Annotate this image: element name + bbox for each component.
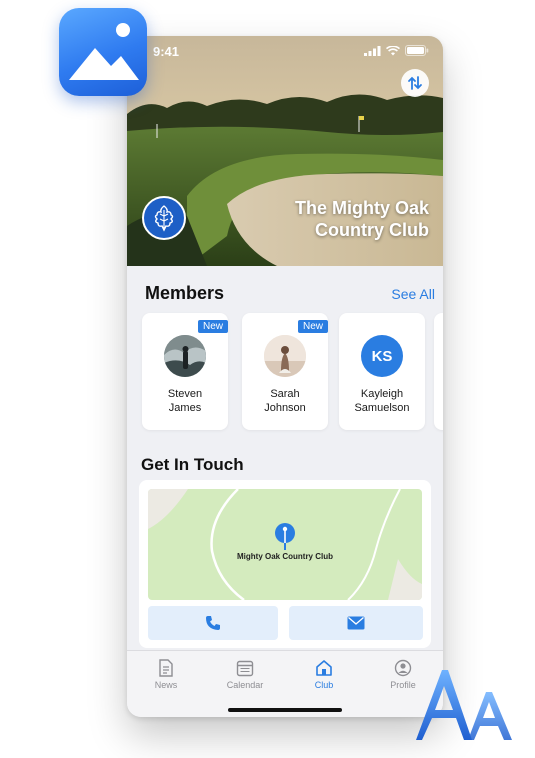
switch-club-button[interactable] <box>401 69 429 97</box>
hero-banner: 9:41 The Mighty Oak Country Club <box>127 36 443 266</box>
member-card[interactable]: New Steven James <box>142 313 228 430</box>
avatar-initials: KS <box>371 347 393 365</box>
see-all-link[interactable]: See All <box>391 286 435 302</box>
new-badge: New <box>297 320 328 333</box>
photos-app-icon <box>59 8 147 96</box>
tab-bar: News Calendar Club Profile <box>127 650 443 717</box>
member-card-partial[interactable] <box>434 313 443 430</box>
members-heading: Members <box>145 283 225 303</box>
new-badge: New <box>197 320 228 333</box>
club-logo <box>142 196 186 240</box>
signal-icon <box>364 45 381 56</box>
calendar-icon <box>236 660 254 677</box>
tab-club[interactable]: Club <box>294 659 354 690</box>
avatar <box>164 335 206 377</box>
person-icon <box>394 659 412 677</box>
envelope-icon <box>347 616 365 630</box>
status-icons <box>364 45 429 56</box>
club-name-line1: The Mighty Oak <box>294 198 429 218</box>
get-in-touch-heading: Get In Touch <box>141 455 244 474</box>
tab-calendar[interactable]: Calendar <box>215 659 275 690</box>
call-button[interactable] <box>148 606 278 640</box>
battery-icon <box>405 45 429 56</box>
wifi-icon <box>386 45 400 55</box>
map-pin-icon <box>275 523 295 550</box>
phone-icon <box>206 616 220 630</box>
member-card[interactable]: KS Kayleigh Samuelson <box>339 313 425 430</box>
member-name: Steven James <box>167 388 203 414</box>
club-map[interactable]: Mighty Oak Country Club <box>148 489 422 600</box>
map-label: Mighty Oak Country Club <box>237 552 333 561</box>
tab-label: Club <box>314 680 334 690</box>
tab-label: News <box>154 680 178 690</box>
club-name: The Mighty Oak Country Club <box>249 197 429 241</box>
contact-card: Mighty Oak Country Club <box>139 480 431 648</box>
home-icon <box>316 660 332 676</box>
member-card[interactable]: New Sarah Johnson <box>242 313 328 430</box>
font-glyph-icon <box>412 662 522 752</box>
swap-arrows-icon <box>408 76 422 90</box>
avatar: KS <box>361 335 403 377</box>
club-name-line2: Country Club <box>315 220 429 240</box>
tab-news[interactable]: News <box>136 659 196 690</box>
tab-label: Calendar <box>226 680 264 690</box>
status-time: 9:41 <box>153 44 180 59</box>
phone-screen: 9:41 The Mighty Oak Country Club Members… <box>127 36 443 717</box>
member-name: Kayleigh Samuelson <box>354 388 410 414</box>
oak-leaf-icon <box>154 205 174 232</box>
home-indicator <box>228 708 342 712</box>
member-name: Sarah Johnson <box>264 388 306 414</box>
email-button[interactable] <box>289 606 423 640</box>
news-icon <box>159 659 173 677</box>
avatar <box>264 335 306 377</box>
